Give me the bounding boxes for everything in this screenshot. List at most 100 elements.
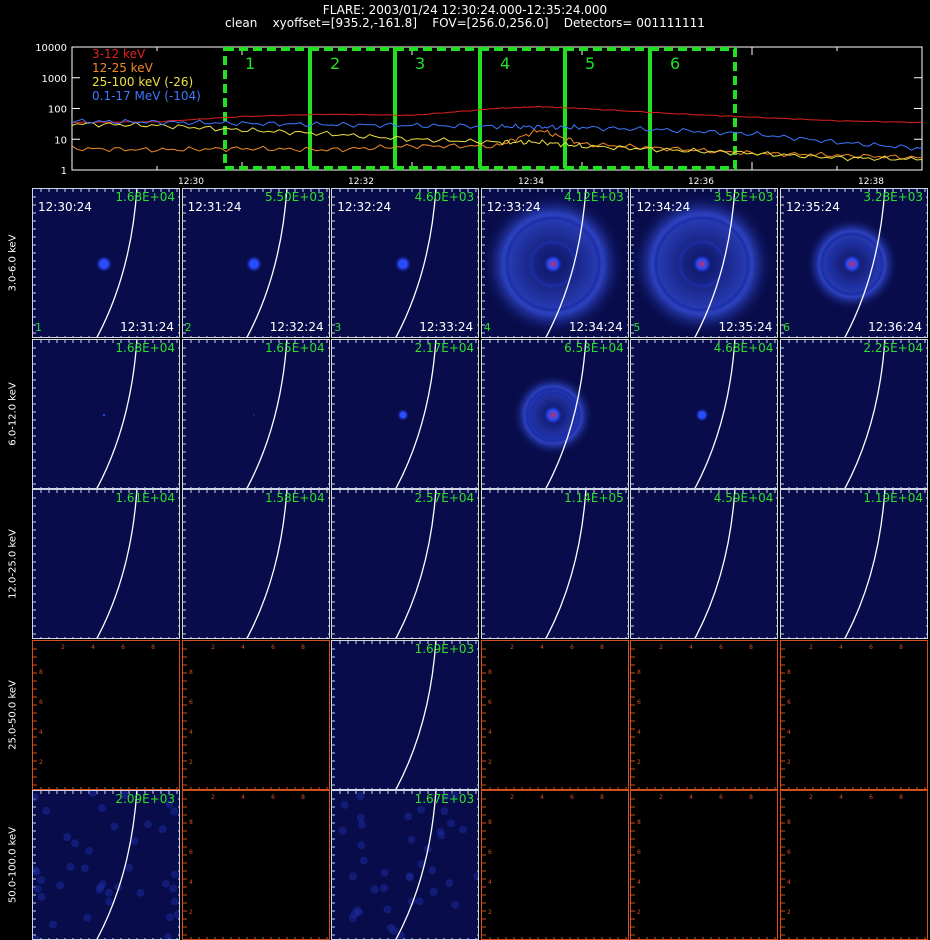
interval-index: 4 — [483, 321, 491, 334]
axis-tick-label: 6 — [637, 699, 641, 706]
axis-tick-label: 2 — [510, 644, 514, 651]
axis-tick-label: 2 — [510, 794, 514, 801]
noise-blob — [173, 910, 179, 919]
solar-limb — [395, 640, 437, 789]
peak-value: 4.68E+04 — [713, 340, 774, 355]
noise-blob — [380, 884, 389, 893]
axis-tick-label: 6 — [719, 644, 723, 651]
axis-tick-label: 4 — [540, 794, 544, 801]
axis-tick-label: 8 — [749, 644, 753, 651]
energy-band-label: 3.0-6.0 keV — [0, 188, 26, 338]
axis-tick-label: 4 — [488, 729, 492, 736]
noise-blob — [36, 876, 45, 885]
interval-label: 1 — [245, 54, 255, 73]
axis-tick-label: 8 — [301, 794, 305, 801]
interval-end-time: 12:35:24 — [718, 320, 773, 334]
axis-tick-label: 8 — [637, 819, 641, 826]
energy-band-text: 25.0-50.0 keV — [7, 679, 19, 750]
axis-tick-label: 2 — [61, 644, 65, 651]
noise-blob — [371, 885, 380, 894]
interval-label: 6 — [670, 54, 680, 73]
energy-band-text: 50.0-100.0 keV — [7, 827, 19, 904]
noise-blob — [125, 864, 134, 873]
interval-start-time: 12:32:24 — [337, 200, 392, 214]
image-panel: 6.53E+04 — [480, 338, 629, 489]
noise-blob — [170, 807, 179, 816]
source-blob — [95, 255, 113, 273]
peak-value: 4.60E+03 — [414, 190, 475, 204]
interval-index: 5 — [633, 321, 641, 334]
axis-tick-label: 2 — [809, 644, 813, 651]
axis-tick-label: 8 — [637, 669, 641, 676]
axis-tick-label: 8 — [189, 669, 193, 676]
noise-blob — [358, 821, 367, 830]
noise-blob — [110, 822, 119, 831]
noise-blob — [96, 883, 105, 892]
noise-blob — [356, 792, 365, 801]
interval-index: 1 — [35, 321, 42, 334]
series-line — [71, 118, 923, 151]
noise-blob — [33, 935, 41, 940]
image-panel: 1.68E+04 — [32, 338, 180, 489]
axis-tick-label: 4 — [637, 879, 641, 886]
noise-blob — [56, 881, 65, 890]
energy-band-text: 3.0-6.0 keV — [7, 234, 19, 292]
empty-panel: 2 2 4 4 6 6 8 8 — [32, 639, 180, 790]
axis-tick-label: 6 — [869, 644, 873, 651]
axis-tick-label: 6 — [570, 644, 574, 651]
image-panel: 4.60E+03 12:32:24 12:33:24 3 — [331, 188, 480, 338]
series-line — [71, 121, 923, 162]
noise-blob — [473, 872, 479, 881]
noise-blob — [355, 908, 364, 917]
image-panel: 3.52E+03 12:34:24 12:35:24 5 — [630, 188, 779, 338]
noise-blob — [42, 807, 51, 816]
axis-tick-label: 4 — [839, 644, 843, 651]
energy-band-label: 6.0-12.0 keV — [0, 339, 26, 489]
source-blob — [252, 413, 255, 416]
noise-blob — [37, 893, 46, 902]
peak-value: 1.67E+03 — [414, 792, 475, 807]
axis-tick-label: 6 — [39, 699, 43, 706]
noise-blob — [83, 914, 92, 923]
source-blob — [691, 253, 714, 275]
axis-tick-label: 6 — [189, 699, 193, 706]
interval-end-time: 12:32:24 — [269, 320, 324, 334]
solar-limb — [96, 339, 138, 488]
peak-value: 2.57E+04 — [414, 491, 475, 506]
axis-tick-label: 2 — [659, 794, 663, 801]
solar-limb — [395, 791, 437, 940]
peak-value: 1.69E+03 — [414, 641, 475, 656]
interval-box — [393, 47, 482, 170]
y-tick-label: 1000 — [42, 74, 67, 85]
noise-blob — [440, 807, 449, 816]
image-panel: 2.25E+04 — [780, 338, 928, 489]
noise-blob — [166, 913, 175, 922]
image-panel: 4.59E+04 — [630, 489, 779, 640]
axis-tick-label: 6 — [869, 794, 873, 801]
image-panel: 1.19E+04 — [780, 489, 928, 640]
source-blob — [396, 408, 410, 421]
axis-tick-label: 2 — [189, 759, 193, 766]
axis-tick-label: 8 — [189, 819, 193, 826]
image-panel: 4.12E+03 12:33:24 12:34:24 4 — [480, 188, 629, 338]
interval-label: 4 — [500, 54, 510, 73]
noise-blob — [49, 921, 58, 930]
noise-blob — [164, 933, 173, 940]
noise-blob — [170, 870, 179, 879]
image-panel: 1.58E+04 — [181, 489, 330, 640]
solar-limb — [844, 339, 886, 488]
interval-start-time: 12:34:24 — [636, 200, 691, 214]
noise-blob — [136, 889, 145, 898]
noise-blob — [447, 819, 456, 828]
legend-entry: 3-12 keV — [92, 47, 146, 61]
axis-tick-label: 4 — [241, 644, 245, 651]
noise-blob — [360, 857, 369, 866]
noise-blob — [170, 897, 179, 906]
axis-tick-label: 2 — [488, 759, 492, 766]
axis-tick-label: 4 — [241, 794, 245, 801]
x-tick-label: 12:36 — [688, 177, 714, 187]
noise-blob — [349, 872, 358, 881]
axis-tick-label: 2 — [189, 909, 193, 916]
axis-tick-label: 8 — [899, 794, 903, 801]
interval-label: 3 — [415, 54, 425, 73]
